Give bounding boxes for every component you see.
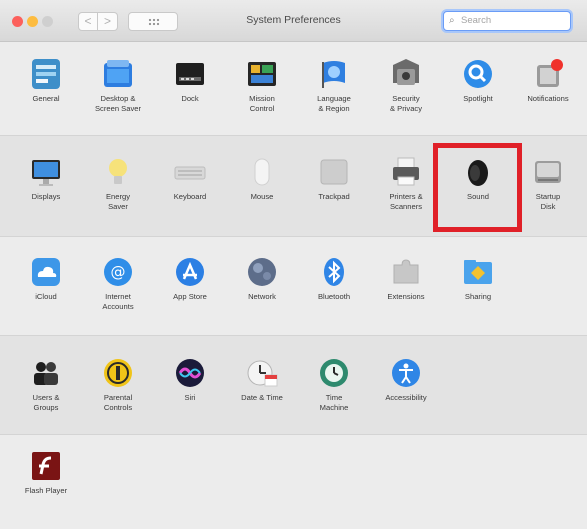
pane-label: Time Machine	[319, 393, 349, 412]
icloud-icon	[29, 255, 63, 289]
pane-bluetooth[interactable]: Bluetooth	[299, 255, 369, 302]
time-machine-icon	[317, 356, 351, 390]
pane-users-groups[interactable]: Users & Groups	[11, 356, 81, 413]
pane-label: Sharing	[464, 292, 492, 301]
pane-label: Users & Groups	[32, 393, 60, 412]
startup-disk-icon	[531, 155, 565, 189]
pane-label: Internet Accounts	[102, 292, 134, 311]
pane-siri[interactable]: Siri	[155, 356, 225, 403]
search-icon: ⌕	[449, 15, 455, 26]
pane-label: Network	[248, 292, 276, 301]
pane-label: Printers & Scanners	[389, 192, 423, 211]
displays-icon	[29, 155, 63, 189]
pane-label: General	[32, 94, 60, 103]
energy-saver-icon	[101, 155, 135, 189]
users-groups-icon	[29, 356, 63, 390]
pane-energy-saver[interactable]: Energy Saver	[83, 155, 153, 212]
pane-internet-accounts[interactable]: @ Internet Accounts	[83, 255, 153, 312]
pane-date-time[interactable]: Date & Time	[227, 356, 297, 403]
pane-label: Displays	[31, 192, 61, 201]
pane-security-privacy[interactable]: Security & Privacy	[371, 57, 441, 114]
pane-trackpad[interactable]: Trackpad	[299, 155, 369, 202]
pane-startup-disk[interactable]: Startup Disk	[513, 155, 583, 212]
pane-label: Desktop & Screen Saver	[94, 94, 141, 113]
system-preferences-window: < > System Preferences ⌕ Search General …	[0, 0, 587, 529]
pane-label: Dock	[181, 94, 199, 103]
pane-label: Accessibility	[385, 393, 427, 402]
pane-label: Startup Disk	[535, 192, 561, 211]
pane-mission-control[interactable]: Mission Control	[227, 57, 297, 114]
general-icon	[29, 57, 63, 91]
desktop-screen-saver-icon	[101, 57, 135, 91]
pane-app-store[interactable]: App Store	[155, 255, 225, 302]
pane-displays[interactable]: Displays	[11, 155, 81, 202]
language-region-icon	[317, 57, 351, 91]
pane-time-machine[interactable]: Time Machine	[299, 356, 369, 413]
pane-label: iCloud	[35, 292, 57, 301]
date-time-icon	[245, 356, 279, 390]
pane-dock[interactable]: Dock	[155, 57, 225, 104]
pane-label: Security & Privacy	[389, 94, 423, 113]
siri-icon	[173, 356, 207, 390]
network-icon	[245, 255, 279, 289]
preferences-row-1: General Desktop & Screen Saver Dock Miss…	[0, 43, 587, 135]
preferences-row-5: Flash Player	[0, 435, 587, 529]
pane-label: App Store	[173, 292, 207, 301]
preferences-row-4: Users & Groups Parental Controls Siri Da…	[0, 335, 587, 435]
security-privacy-icon	[389, 57, 423, 91]
pane-label: Keyboard	[173, 192, 207, 201]
pane-label: Flash Player	[24, 486, 68, 495]
mission-control-icon	[245, 57, 279, 91]
notifications-icon	[531, 57, 565, 91]
parental-controls-icon	[101, 356, 135, 390]
pane-label: Date & Time	[241, 393, 283, 402]
pane-label: Siri	[184, 393, 196, 402]
mouse-icon	[245, 155, 279, 189]
pane-mouse[interactable]: Mouse	[227, 155, 297, 202]
bluetooth-icon	[317, 255, 351, 289]
pane-desktop-screen-saver[interactable]: Desktop & Screen Saver	[83, 57, 153, 114]
pane-label: Parental Controls	[103, 393, 133, 412]
pane-label: Spotlight	[463, 94, 493, 103]
accessibility-icon	[389, 356, 423, 390]
pane-label: Notifications	[527, 94, 569, 103]
trackpad-icon	[317, 155, 351, 189]
flash-player-icon	[29, 449, 63, 483]
pane-sharing[interactable]: Sharing	[443, 255, 513, 302]
search-field[interactable]: ⌕ Search	[443, 11, 571, 31]
dock-icon	[173, 57, 207, 91]
pane-language-region[interactable]: Language & Region	[299, 57, 369, 114]
pane-flash-player[interactable]: Flash Player	[11, 449, 81, 496]
sharing-icon	[461, 255, 495, 289]
pane-general[interactable]: General	[11, 57, 81, 104]
pane-keyboard[interactable]: Keyboard	[155, 155, 225, 202]
pane-label: Mission Control	[249, 94, 275, 113]
pane-printers-scanners[interactable]: Printers & Scanners	[371, 155, 441, 212]
pane-icloud[interactable]: iCloud	[11, 255, 81, 302]
pane-label: Bluetooth	[317, 292, 351, 301]
preferences-row-3: iCloud @ Internet Accounts App Store Net…	[0, 237, 587, 335]
pane-label: Language & Region	[317, 94, 351, 113]
printers-scanners-icon	[389, 155, 423, 189]
pane-label: Mouse	[250, 192, 274, 201]
svg-text:@: @	[111, 263, 126, 281]
pane-accessibility[interactable]: Accessibility	[371, 356, 441, 403]
internet-accounts-icon: @	[101, 255, 135, 289]
pane-parental-controls[interactable]: Parental Controls	[83, 356, 153, 413]
title-bar: < > System Preferences ⌕ Search	[0, 0, 587, 42]
search-placeholder: Search	[461, 15, 492, 26]
extensions-icon	[389, 255, 423, 289]
spotlight-icon	[461, 57, 495, 91]
pane-notifications[interactable]: Notifications	[513, 57, 583, 104]
pane-label: Extensions	[387, 292, 425, 301]
pane-label: Trackpad	[318, 192, 350, 201]
keyboard-icon	[173, 155, 207, 189]
app-store-icon	[173, 255, 207, 289]
sound-highlight-box	[433, 143, 522, 232]
pane-label: Energy Saver	[105, 192, 131, 211]
pane-network[interactable]: Network	[227, 255, 297, 302]
pane-extensions[interactable]: Extensions	[371, 255, 441, 302]
pane-spotlight[interactable]: Spotlight	[443, 57, 513, 104]
